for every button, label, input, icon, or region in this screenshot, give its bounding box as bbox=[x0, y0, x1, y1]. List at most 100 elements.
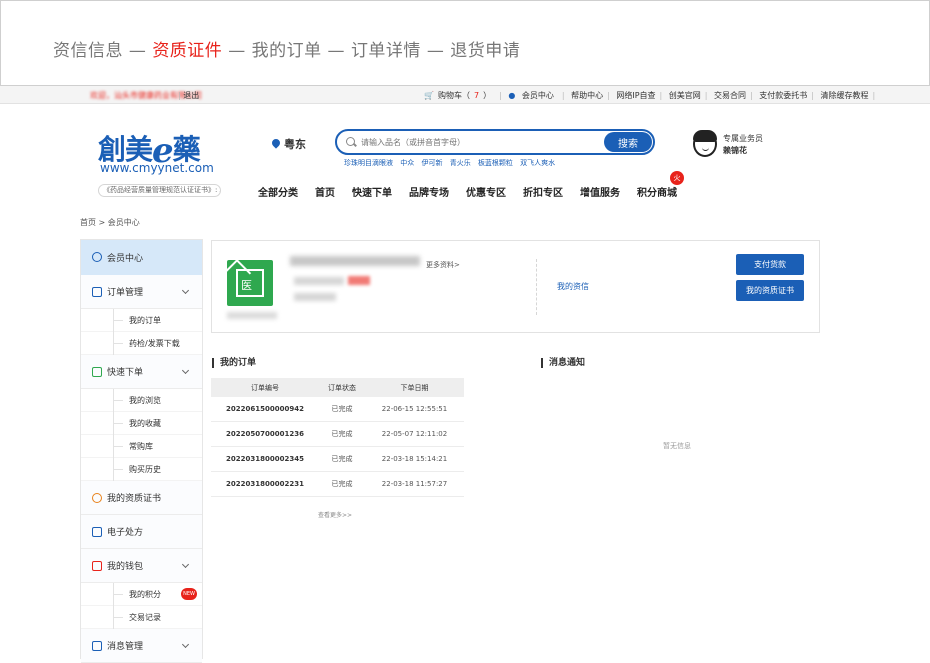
col-status: 订单状态 bbox=[328, 383, 356, 392]
sidebar-group-quick-order[interactable]: 快速下单 bbox=[81, 355, 202, 389]
hospital-logo-icon: 医 bbox=[227, 260, 273, 306]
hot-keyword[interactable]: 伊可新 bbox=[421, 159, 442, 167]
hot-keyword[interactable]: 中众 bbox=[400, 159, 414, 167]
sales-agent[interactable]: 专属业务员 赖锦花 bbox=[693, 130, 803, 161]
sidebar-item-favorites[interactable]: 我的收藏 bbox=[81, 412, 202, 435]
chevron-down-icon bbox=[181, 560, 190, 569]
sidebar-group-orders[interactable]: 订单管理 bbox=[81, 275, 202, 309]
sidebar-item-purchase-history[interactable]: 购买历史 bbox=[81, 458, 202, 481]
cart-count: 7 bbox=[473, 91, 480, 100]
sidebar-item-my-browse[interactable]: 我的浏览 bbox=[81, 389, 202, 412]
nav-discounts[interactable]: 折扣专区 bbox=[523, 188, 563, 199]
table-header: 订单编号 订单状态 下单日期 bbox=[211, 378, 464, 397]
order-status: 已完成 bbox=[331, 455, 353, 463]
agent-title: 专属业务员 bbox=[723, 134, 763, 143]
order-id[interactable]: 2022050700001236 bbox=[211, 430, 319, 438]
sidebar-item-member-center[interactable]: 会员中心 bbox=[81, 240, 202, 275]
ip-check-link[interactable]: 网络IP自查 bbox=[616, 91, 655, 100]
main-nav: 全部分类 首页 快速下单 品牌专场 优惠专区 折扣专区 增值服务 积分商城 bbox=[258, 184, 694, 199]
certificate-icon bbox=[92, 493, 102, 503]
official-site-link[interactable]: 创美官网 bbox=[669, 91, 701, 100]
hot-keywords: 珍珠明目滴眼液 中众 伊可新 青火乐 板蓝根颗粒 双飞人爽水 bbox=[344, 158, 560, 168]
payment-auth-link[interactable]: 支付款委托书 bbox=[759, 91, 807, 100]
cart-icon: 🛒 bbox=[424, 91, 434, 100]
hot-keyword[interactable]: 青火乐 bbox=[450, 159, 471, 167]
sidebar-item-frequent[interactable]: 常购库 bbox=[81, 435, 202, 458]
table-row[interactable]: 2022050700001236 已完成 22-05-07 12:11:02 bbox=[211, 422, 464, 447]
orders-table: 订单编号 订单状态 下单日期 2022061500000942 已完成 22-0… bbox=[211, 378, 464, 497]
sidebar-item-prescription[interactable]: 电子处方 bbox=[81, 515, 202, 549]
nav-quick-order[interactable]: 快速下单 bbox=[352, 188, 392, 199]
new-badge: NEW bbox=[181, 588, 197, 600]
breadcrumb: 首页 > 会员中心 bbox=[80, 218, 140, 227]
order-date: 22-06-15 12:55:51 bbox=[381, 405, 448, 413]
nav-points-mall[interactable]: 积分商城 bbox=[637, 188, 677, 199]
sidebar-group-messages[interactable]: 消息管理 bbox=[81, 629, 202, 663]
step-my-orders[interactable]: 我的订单 bbox=[252, 41, 322, 61]
user-icon: ● bbox=[508, 91, 516, 100]
member-center-link[interactable]: ● 会员中心 bbox=[508, 91, 558, 100]
step-banner: 资信信息 — 资质证件 — 我的订单 — 订单详情 — 退货申请 bbox=[0, 0, 930, 86]
pay-button[interactable]: 支付货款 bbox=[736, 254, 804, 275]
nav-promotions[interactable]: 优惠专区 bbox=[466, 188, 506, 199]
wallet-icon bbox=[92, 561, 102, 571]
site-logo[interactable]: 創美e藥 www.cmyynet.com bbox=[98, 128, 220, 178]
step-sep: — bbox=[123, 41, 153, 61]
order-date: 22-03-18 15:14:21 bbox=[381, 455, 448, 463]
company-name-redacted bbox=[290, 256, 420, 266]
hot-keyword[interactable]: 板蓝根颗粒 bbox=[478, 159, 513, 167]
step-sep: — bbox=[222, 41, 252, 61]
search-bar: 搜索 bbox=[335, 129, 655, 155]
step-qualification[interactable]: 资质证件 bbox=[152, 41, 222, 61]
help-center-link[interactable]: 帮助中心 bbox=[571, 91, 603, 100]
table-row[interactable]: 2022061500000942 已完成 22-06-15 12:55:51 bbox=[211, 397, 464, 422]
nav-value-added[interactable]: 增值服务 bbox=[580, 188, 620, 199]
sidebar-item-my-orders[interactable]: 我的订单 bbox=[81, 309, 202, 332]
gsp-certificate-label: 《药品经营质量管理规范认证证书》: A-GD-1( bbox=[98, 184, 221, 197]
order-id[interactable]: 2022031800002231 bbox=[211, 480, 319, 488]
chevron-down-icon bbox=[181, 366, 190, 375]
search-icon bbox=[346, 137, 355, 146]
sidebar-item-my-points[interactable]: 我的积分 NEW bbox=[81, 583, 202, 606]
member-sidebar: 会员中心 订单管理 我的订单 药检/发票下载 快速下单 我的浏览 我的收藏 常购… bbox=[80, 239, 203, 663]
no-messages-text: 暂无信息 bbox=[663, 442, 691, 450]
nav-home[interactable]: 首页 bbox=[315, 188, 335, 199]
step-order-detail[interactable]: 订单详情 bbox=[351, 41, 421, 61]
agent-name: 赖锦花 bbox=[723, 146, 747, 155]
cart-link[interactable]: 🛒 购物车（ 7） bbox=[424, 91, 495, 100]
sidebar-item-transactions[interactable]: 交易记录 bbox=[81, 606, 202, 629]
table-row[interactable]: 2022031800002231 已完成 22-03-18 11:57:27 bbox=[211, 472, 464, 497]
col-date: 下单日期 bbox=[400, 383, 429, 392]
divider bbox=[536, 259, 537, 315]
order-status: 已完成 bbox=[331, 430, 353, 438]
search-button[interactable]: 搜索 bbox=[604, 132, 652, 152]
col-order-id: 订单编号 bbox=[251, 383, 279, 392]
my-credit-link[interactable]: 我的资信 bbox=[557, 281, 589, 292]
hot-keyword[interactable]: 珍珠明目滴眼液 bbox=[344, 159, 393, 167]
sidebar-item-invoice-download[interactable]: 药检/发票下载 bbox=[81, 332, 202, 355]
step-credit-info[interactable]: 资信信息 bbox=[53, 41, 123, 61]
sidebar-item-certificates[interactable]: 我的资质证书 bbox=[81, 481, 202, 515]
nav-brands[interactable]: 品牌专场 bbox=[409, 188, 449, 199]
search-input[interactable] bbox=[361, 135, 591, 149]
order-id[interactable]: 2022061500000942 bbox=[211, 405, 319, 413]
order-icon bbox=[92, 287, 102, 297]
clear-cache-link[interactable]: 清除缓存教程 bbox=[821, 91, 869, 100]
member-icon bbox=[92, 252, 102, 262]
order-id[interactable]: 2022031800002345 bbox=[211, 455, 319, 463]
region-selector[interactable]: 粤东 bbox=[270, 136, 306, 152]
more-info-link[interactable]: 更多资料> bbox=[426, 260, 460, 270]
sidebar-group-wallet[interactable]: 我的钱包 bbox=[81, 549, 202, 583]
table-row[interactable]: 2022031800002345 已完成 22-03-18 15:14:21 bbox=[211, 447, 464, 472]
prescription-icon bbox=[92, 527, 102, 537]
agent-avatar-icon bbox=[693, 130, 717, 157]
view-more-link[interactable]: 查看更多>> bbox=[318, 510, 352, 519]
logout-link[interactable]: | 退出 bbox=[178, 90, 199, 101]
nav-all-categories[interactable]: 全部分类 bbox=[258, 188, 298, 199]
certificate-button[interactable]: 我的资质证书 bbox=[736, 280, 804, 301]
step-return-request[interactable]: 退货申请 bbox=[450, 41, 520, 61]
hot-keyword[interactable]: 双飞人爽水 bbox=[520, 159, 555, 167]
contract-link[interactable]: 交易合同 bbox=[714, 91, 746, 100]
order-status: 已完成 bbox=[331, 405, 353, 413]
step-breadcrumb: 资信信息 — 资质证件 — 我的订单 — 订单详情 — 退货申请 bbox=[53, 36, 520, 61]
